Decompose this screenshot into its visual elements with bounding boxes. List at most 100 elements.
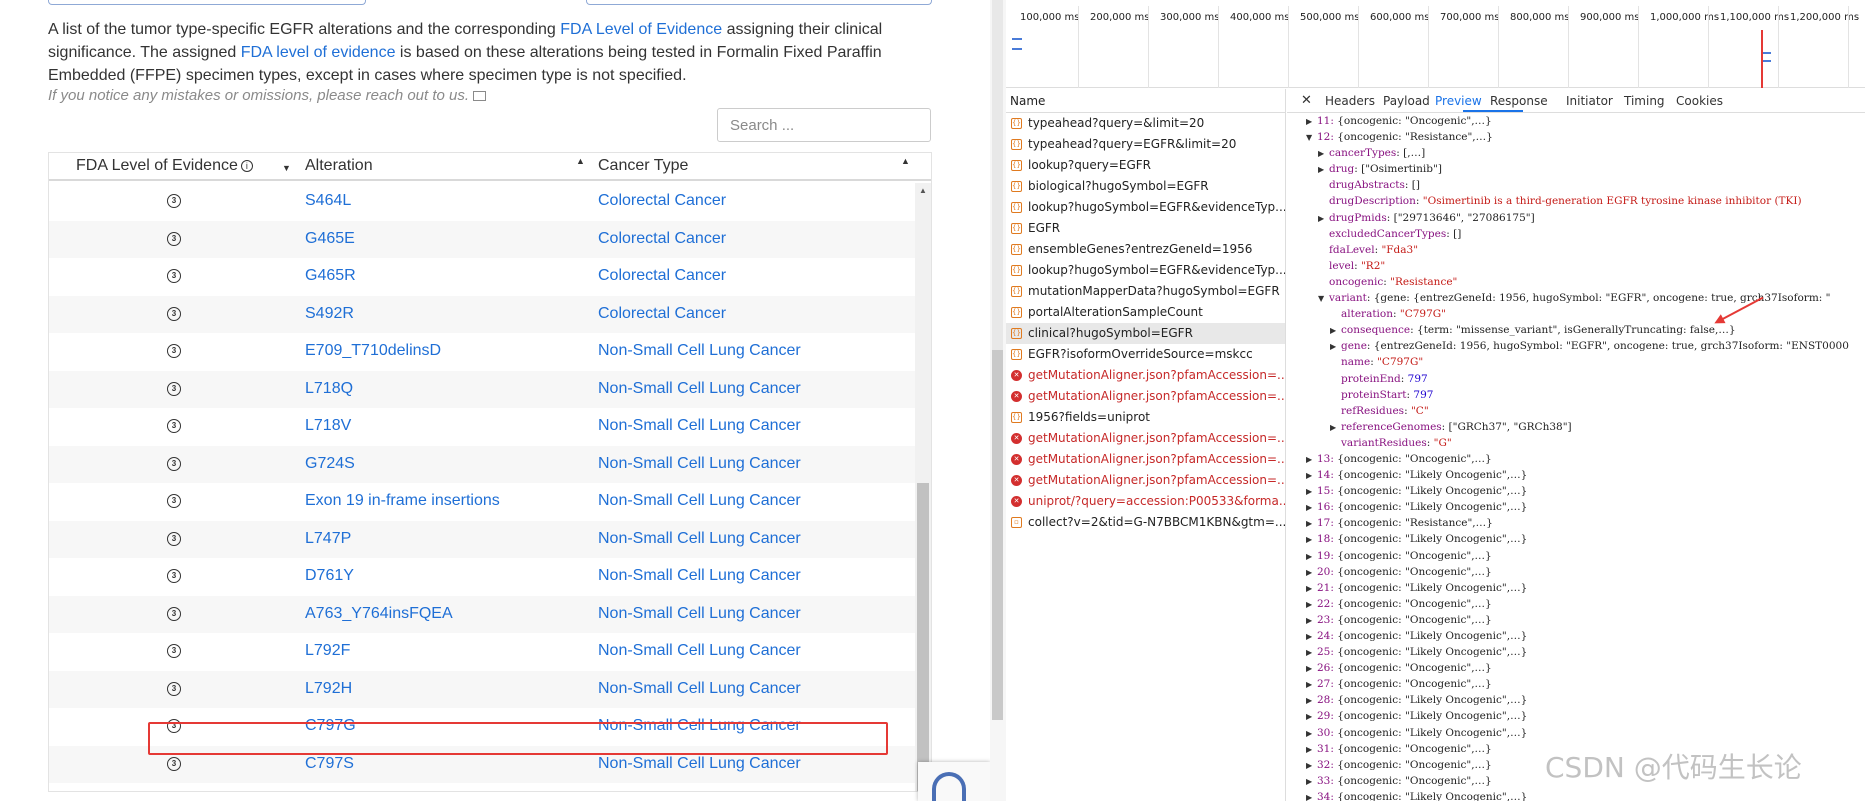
json-line[interactable]: ▶ 21: {oncogenic: "Likely Oncogenic",…} — [1287, 581, 1865, 597]
expand-closed-icon[interactable]: ▶ — [1330, 326, 1336, 335]
json-line[interactable]: ▶ 25: {oncogenic: "Likely Oncogenic",…} — [1287, 645, 1865, 661]
alteration-link[interactable]: L792F — [305, 642, 350, 660]
request-row[interactable]: {} typeahead?query=EGFR&limit=20 — [1006, 134, 1285, 155]
search-input[interactable] — [717, 108, 931, 142]
cancer-type-link[interactable]: Non-Small Cell Lung Cancer — [598, 567, 801, 585]
cancer-type-link[interactable]: Non-Small Cell Lung Cancer — [598, 680, 801, 698]
expand-closed-icon[interactable]: ▶ — [1306, 745, 1312, 754]
expand-closed-icon[interactable]: ▶ — [1318, 214, 1324, 223]
expand-closed-icon[interactable]: ▶ — [1330, 342, 1336, 351]
alteration-link[interactable]: G724S — [305, 455, 355, 473]
scroll-up-arrow-icon[interactable]: ▲ — [919, 186, 927, 195]
json-line[interactable]: ▶ 23: {oncogenic: "Oncogenic",…} — [1287, 613, 1865, 629]
expand-closed-icon[interactable]: ▶ — [1306, 455, 1312, 464]
alteration-link[interactable]: S492R — [305, 305, 354, 323]
cancer-type-link[interactable]: Colorectal Cancer — [598, 230, 726, 248]
network-timeline[interactable]: 100,000 ms 200,000 ms 300,000 ms 400,000 ms… — [1006, 0, 1865, 88]
json-line[interactable]: ▶ 29: {oncogenic: "Likely Oncogenic",…} — [1287, 709, 1865, 725]
request-row[interactable]: ✕ getMutationAligner.json?pfamAccession=.… — [1006, 386, 1285, 407]
json-line[interactable]: level: "R2" — [1287, 259, 1865, 275]
request-row[interactable]: {} lookup?hugoSymbol=EGFR&evidenceTyp... — [1006, 197, 1285, 218]
header-alteration[interactable]: Alteration — [305, 157, 373, 175]
cancer-type-link[interactable]: Colorectal Cancer — [598, 305, 726, 323]
cancer-type-link[interactable]: Non-Small Cell Lung Cancer — [598, 417, 801, 435]
expand-closed-icon[interactable]: ▶ — [1306, 712, 1312, 721]
request-row[interactable]: {} lookup?query=EGFR — [1006, 155, 1285, 176]
alteration-link[interactable]: C797S — [305, 755, 354, 773]
expand-closed-icon[interactable]: ▶ — [1318, 149, 1324, 158]
json-line[interactable]: ▶ consequence: {term: "missense_variant",… — [1287, 323, 1865, 339]
request-row[interactable]: ▫ collect?v=2&tid=G-N7BBCM1KBN&gtm=... — [1006, 512, 1285, 533]
json-line[interactable]: ▶ 24: {oncogenic: "Likely Oncogenic",…} — [1287, 629, 1865, 645]
expand-closed-icon[interactable]: ▶ — [1306, 648, 1312, 657]
cancer-type-link[interactable]: Non-Small Cell Lung Cancer — [598, 530, 801, 548]
request-row[interactable]: {} mutationMapperData?hugoSymbol=EGFR — [1006, 281, 1285, 302]
expand-closed-icon[interactable]: ▶ — [1306, 487, 1312, 496]
json-line[interactable]: oncogenic: "Resistance" — [1287, 275, 1865, 291]
expand-closed-icon[interactable]: ▶ — [1330, 423, 1336, 432]
request-row[interactable]: {} EGFR — [1006, 218, 1285, 239]
tab-headers[interactable]: Headers — [1325, 94, 1375, 108]
json-line[interactable]: ▶ 27: {oncogenic: "Oncogenic",…} — [1287, 677, 1865, 693]
request-row[interactable]: {} portalAlterationSampleCount — [1006, 302, 1285, 323]
alteration-link[interactable]: G465R — [305, 267, 356, 285]
sort-asc-icon[interactable]: ▲ — [576, 156, 585, 166]
expand-closed-icon[interactable]: ▶ — [1306, 568, 1312, 577]
expand-closed-icon[interactable]: ▶ — [1306, 632, 1312, 641]
expand-closed-icon[interactable]: ▶ — [1306, 761, 1312, 770]
json-line[interactable]: alteration: "C797G" — [1287, 307, 1865, 323]
json-line[interactable]: ▶ 17: {oncogenic: "Resistance",…} — [1287, 516, 1865, 532]
header-fda-level[interactable]: FDA Level of Evidence i — [76, 157, 253, 175]
json-line[interactable]: name: "C797G" — [1287, 355, 1865, 371]
expand-closed-icon[interactable]: ▶ — [1306, 471, 1312, 480]
info-icon[interactable]: i — [240, 160, 253, 172]
expand-closed-icon[interactable]: ▶ — [1306, 696, 1312, 705]
request-row[interactable]: {} typeahead?query=&limit=20 — [1006, 113, 1285, 134]
json-line[interactable]: ▶ referenceGenomes: ["GRCh37", "GRCh38"] — [1287, 420, 1865, 436]
alteration-link[interactable]: L792H — [305, 680, 352, 698]
tab-response[interactable]: Response — [1490, 94, 1548, 108]
cancer-type-link[interactable]: Colorectal Cancer — [598, 267, 726, 285]
expand-closed-icon[interactable]: ▶ — [1306, 793, 1312, 801]
cancer-type-link[interactable]: Non-Small Cell Lung Cancer — [598, 380, 801, 398]
request-row[interactable]: {} lookup?hugoSymbol=EGFR&evidenceTyp... — [1006, 260, 1285, 281]
json-line[interactable]: ▶ 13: {oncogenic: "Oncogenic",…} — [1287, 452, 1865, 468]
tab-initiator[interactable]: Initiator — [1566, 94, 1613, 108]
expand-closed-icon[interactable]: ▶ — [1306, 729, 1312, 738]
mail-icon[interactable] — [473, 91, 487, 101]
alteration-link[interactable]: A763_Y764insFQEA — [305, 605, 453, 623]
recaptcha-badge[interactable] — [918, 762, 990, 801]
expand-closed-icon[interactable]: ▶ — [1306, 777, 1312, 786]
close-icon[interactable]: ✕ — [1301, 93, 1312, 108]
alteration-link[interactable]: E709_T710delinsD — [305, 342, 441, 360]
expand-closed-icon[interactable]: ▶ — [1306, 584, 1312, 593]
json-line[interactable]: ▶ 14: {oncogenic: "Likely Oncogenic",…} — [1287, 468, 1865, 484]
fda-level-link-1[interactable]: FDA Level of Evidence — [560, 21, 722, 38]
json-line[interactable]: ▶ gene: {entrezGeneId: 1956, hugoSymbol: … — [1287, 339, 1865, 355]
json-line[interactable]: drugDescription: "Osimertinib is a third… — [1287, 194, 1865, 210]
expand-closed-icon[interactable]: ▶ — [1306, 616, 1312, 625]
page-scrollbar[interactable] — [990, 0, 1006, 801]
cancer-type-link[interactable]: Non-Small Cell Lung Cancer — [598, 605, 801, 623]
json-line[interactable]: fdaLevel: "Fda3" — [1287, 243, 1865, 259]
request-row[interactable]: ✕ getMutationAligner.json?pfamAccession=.… — [1006, 428, 1285, 449]
alteration-link[interactable]: Exon 19 in-frame insertions — [305, 492, 500, 510]
expand-closed-icon[interactable]: ▶ — [1306, 519, 1312, 528]
expand-open-icon[interactable]: ▼ — [1306, 133, 1312, 142]
json-line[interactable]: ▶ 26: {oncogenic: "Oncogenic",…} — [1287, 661, 1865, 677]
request-row[interactable]: {} clinical?hugoSymbol=EGFR — [1006, 323, 1285, 344]
tab-cookies[interactable]: Cookies — [1676, 94, 1723, 108]
expand-closed-icon[interactable]: ▶ — [1306, 664, 1312, 673]
json-line[interactable]: ▶ 19: {oncogenic: "Oncogenic",…} — [1287, 549, 1865, 565]
header-cancer-type[interactable]: Cancer Type — [598, 157, 688, 175]
json-line[interactable]: ▼ variant: {gene: {entrezGeneId: 1956, hu… — [1287, 291, 1865, 307]
json-line[interactable]: ▼ 12: {oncogenic: "Resistance",…} — [1287, 130, 1865, 146]
alteration-link[interactable]: D761Y — [305, 567, 354, 585]
tab-timing[interactable]: Timing — [1624, 94, 1665, 108]
expand-closed-icon[interactable]: ▶ — [1306, 680, 1312, 689]
request-row[interactable]: ✕ getMutationAligner.json?pfamAccession=.… — [1006, 470, 1285, 491]
fda-level-link-2[interactable]: FDA level of evidence — [241, 44, 396, 61]
json-line[interactable]: ▶ 28: {oncogenic: "Likely Oncogenic",…} — [1287, 693, 1865, 709]
json-line[interactable]: ▶ drug: ["Osimertinib"] — [1287, 162, 1865, 178]
expand-closed-icon[interactable]: ▶ — [1306, 552, 1312, 561]
